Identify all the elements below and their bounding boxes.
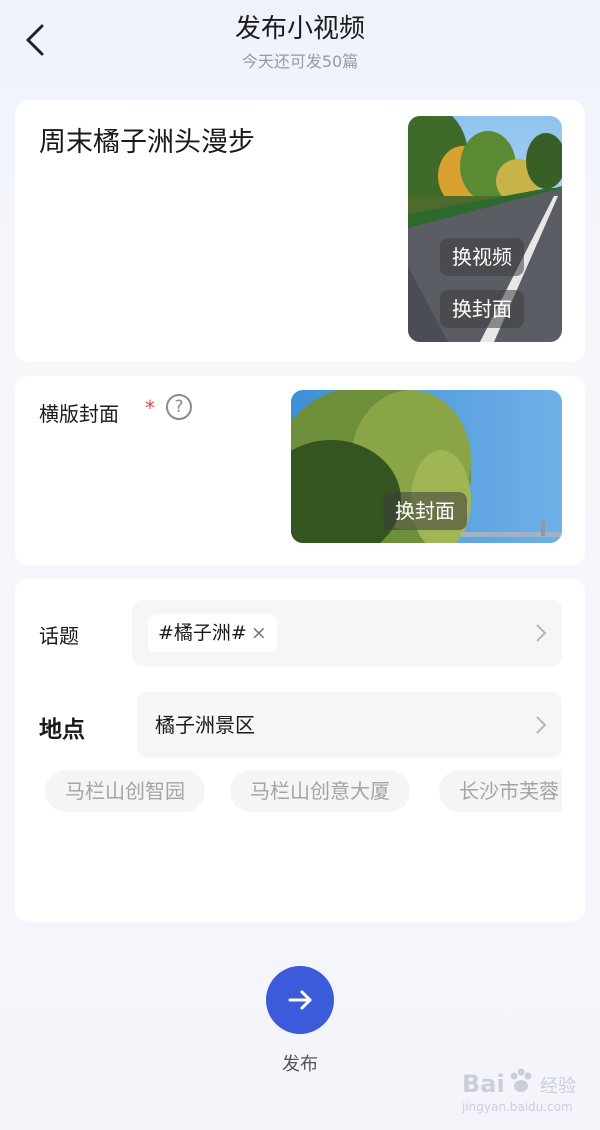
topic-field[interactable]: #橘子洲# × [132,600,562,666]
location-label: 地点 [39,717,85,743]
watermark-brand: Bai [462,1070,505,1098]
page-subtitle: 今天还可发50篇 [241,52,359,71]
topic-label: 话题 [39,624,79,648]
video-thumbnail[interactable]: 换视频 换封面 [408,116,562,342]
paw-icon [510,1068,532,1092]
change-cover-button[interactable]: 换封面 [440,290,524,328]
chevron-right-icon [536,716,546,734]
publish-label: 发布 [282,1054,318,1075]
location-field[interactable]: 橘子洲景区 [137,692,562,758]
remove-topic-icon[interactable]: × [251,622,267,644]
header: 发布小视频 今天还可发50篇 [0,0,600,90]
topic-chip[interactable]: #橘子洲# × [148,614,277,652]
details-card: 话题 #橘子洲# × 地点 橘子洲景区 马栏山创智园 马栏山创意大厦 长沙市芙蓉 [15,578,585,922]
change-video-button[interactable]: 换视频 [440,238,524,276]
video-card: 周末橘子洲头漫步 换视频 换封面 [15,100,585,362]
page-title: 发布小视频 [234,14,365,44]
baidu-jingyan-watermark: Bai 经验 jingyan.baidu.com [462,1064,592,1120]
landscape-cover-card: 横版封面 * ? 换封面 [15,376,585,566]
landscape-cover-label: 横版封面 [39,402,119,426]
location-suggestion[interactable]: 长沙市芙蓉 [439,770,562,812]
help-icon[interactable]: ? [166,394,192,420]
topic-chip-text: #橘子洲# [158,622,247,644]
watermark-suffix: 经验 [540,1076,576,1097]
publish-button[interactable] [266,966,334,1034]
location-suggestion[interactable]: 马栏山创智园 [45,770,205,812]
video-title-input[interactable]: 周末橘子洲头漫步 [39,120,255,159]
landscape-cover-image[interactable]: 换封面 [291,390,562,543]
location-suggestion[interactable]: 马栏山创意大厦 [230,770,410,812]
watermark-url: jingyan.baidu.com [462,1100,573,1114]
arrow-right-icon [288,990,312,1010]
chevron-right-icon [536,624,546,642]
required-mark: * [145,396,155,420]
location-value: 橘子洲景区 [155,713,255,737]
change-landscape-cover-button[interactable]: 换封面 [383,492,467,530]
